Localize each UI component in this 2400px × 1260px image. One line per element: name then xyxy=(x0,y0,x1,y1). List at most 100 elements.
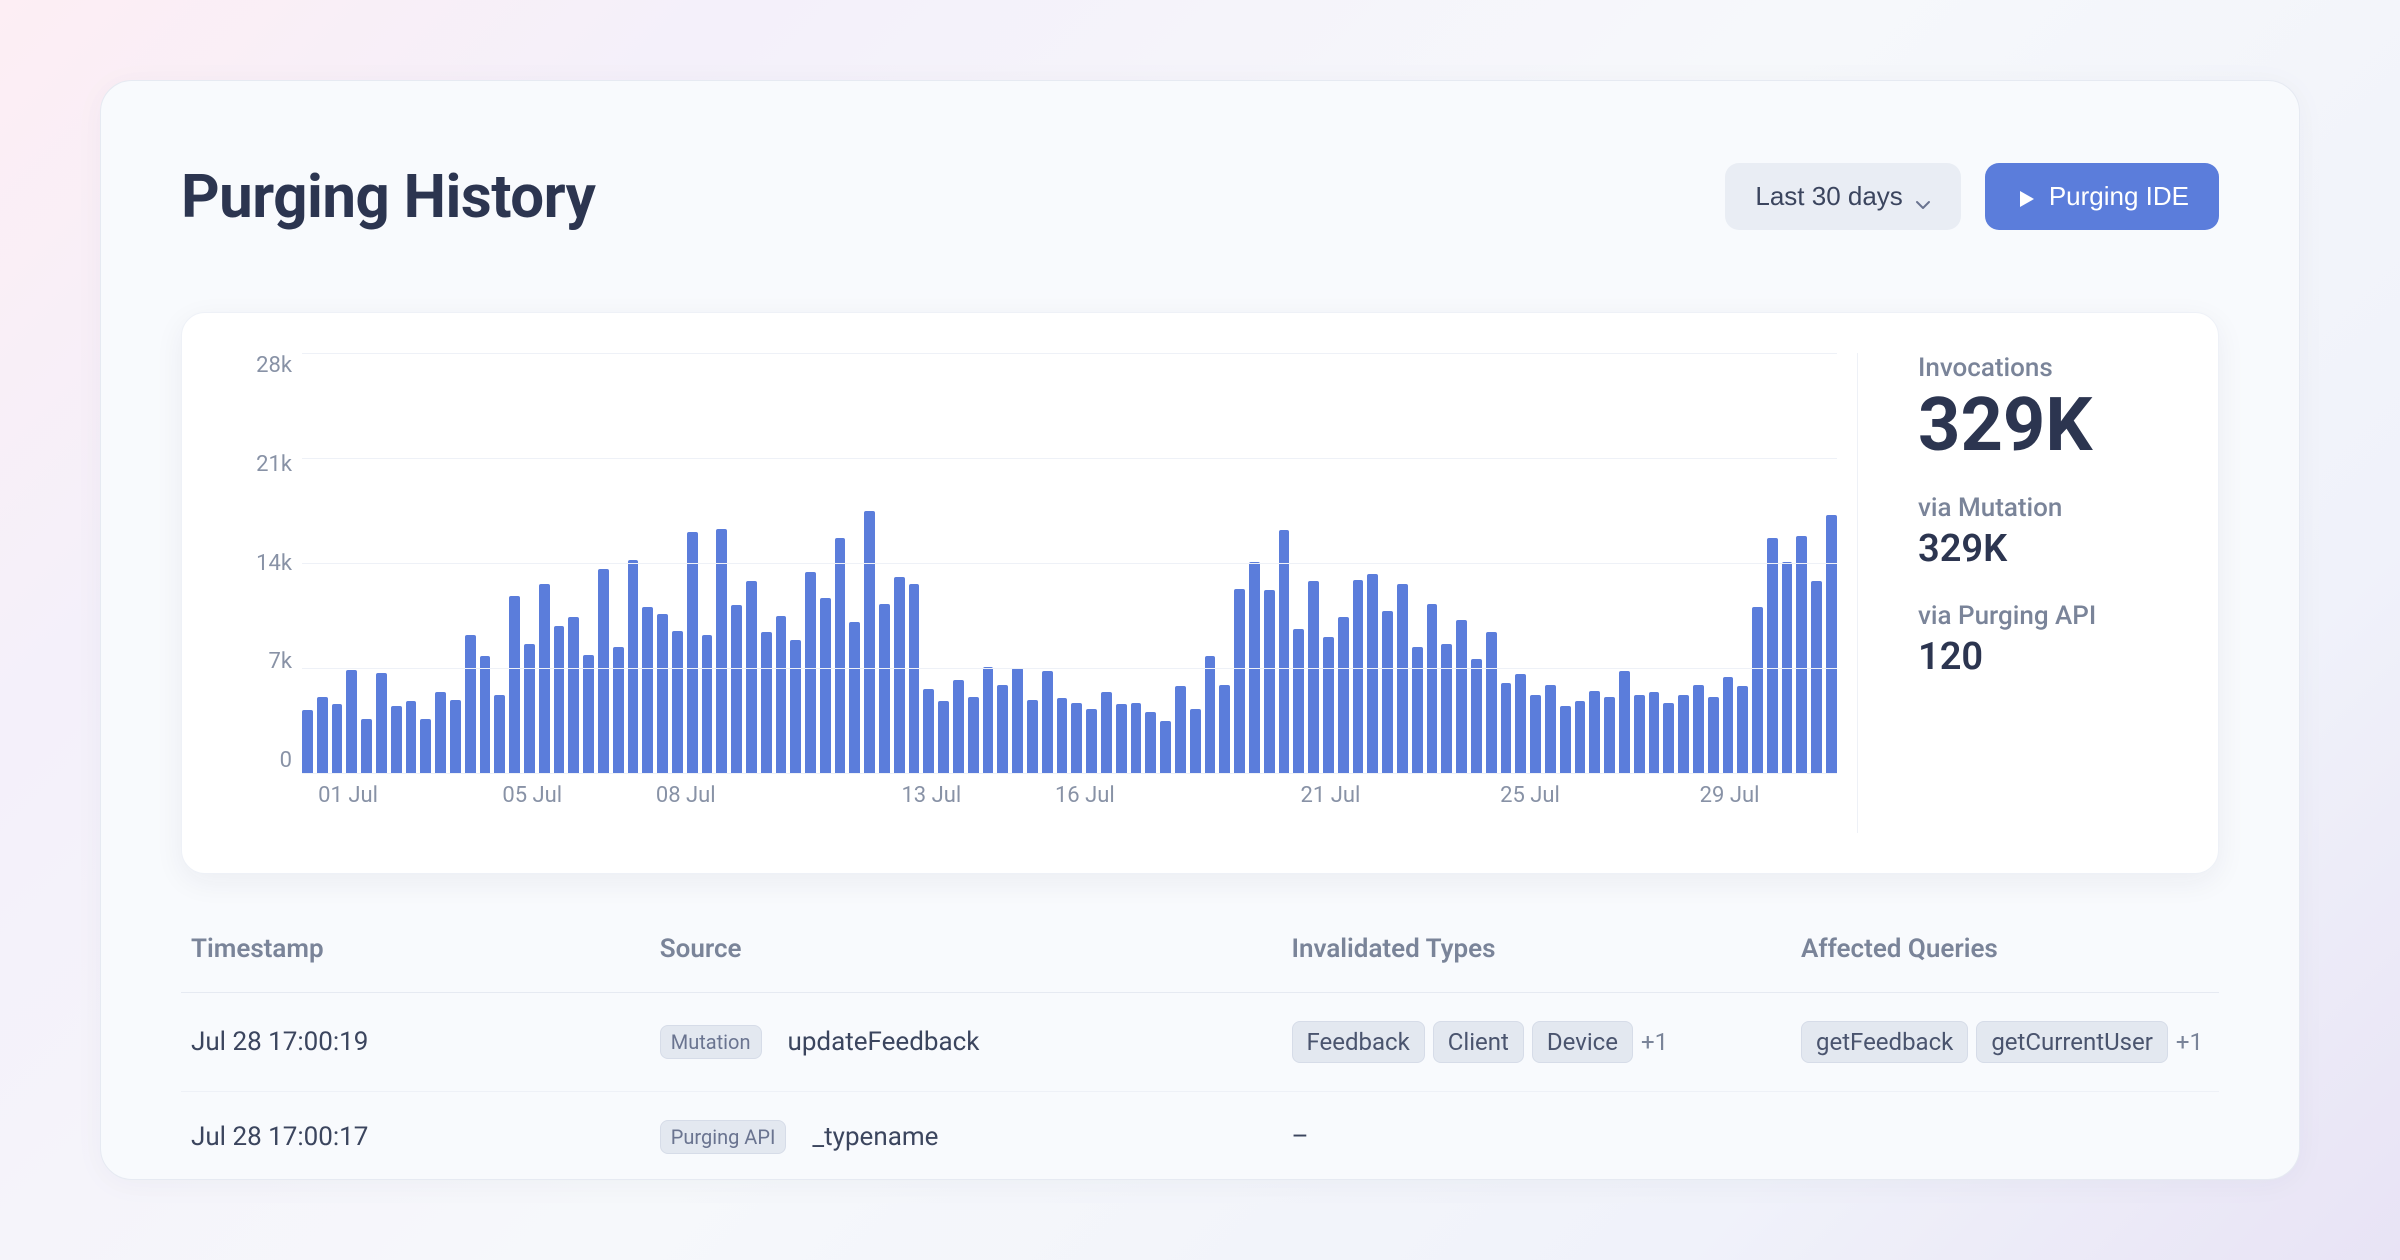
col-types: Invalidated Types xyxy=(1282,934,1792,993)
bar xyxy=(1205,656,1216,773)
bar xyxy=(716,529,727,774)
bar xyxy=(1441,644,1452,773)
grid-line xyxy=(302,773,1837,774)
cell-queries: getFeedbackgetCurrentUser+1 xyxy=(1791,993,2219,1092)
bar xyxy=(953,680,964,773)
bar xyxy=(849,622,860,774)
stat-api-value: 120 xyxy=(1918,635,2158,679)
bar xyxy=(1767,538,1778,774)
query-tag: getFeedback xyxy=(1801,1021,1968,1063)
y-tick: 7k xyxy=(268,649,292,674)
bar xyxy=(539,584,550,773)
x-tick: 29 Jul xyxy=(1700,783,1760,808)
bar xyxy=(1353,580,1364,774)
bar xyxy=(1752,607,1763,774)
bar xyxy=(332,704,343,773)
date-range-dropdown[interactable]: Last 30 days xyxy=(1725,163,1960,230)
main-panel: Purging History Last 30 days Purging IDE… xyxy=(100,80,2300,1180)
bar xyxy=(1042,671,1053,773)
y-tick: 14k xyxy=(256,551,292,576)
history-table-head: Timestamp Source Invalidated Types Affec… xyxy=(181,934,2219,993)
type-tag: Device xyxy=(1532,1021,1633,1063)
bar xyxy=(1649,692,1660,773)
page-title: Purging History xyxy=(181,161,595,232)
bar xyxy=(524,644,535,773)
bar xyxy=(598,569,609,773)
bar xyxy=(1589,691,1600,774)
bar xyxy=(613,647,624,773)
bar xyxy=(1560,706,1571,774)
col-timestamp: Timestamp xyxy=(181,934,650,993)
grid-line xyxy=(302,458,1837,459)
bar xyxy=(1086,709,1097,774)
bar xyxy=(1826,515,1837,773)
bar xyxy=(1264,590,1275,773)
bar xyxy=(1456,620,1467,773)
queries-more: +1 xyxy=(2176,1028,2203,1056)
stat-invocations-label: Invocations xyxy=(1918,353,2158,383)
y-tick: 0 xyxy=(280,748,292,773)
bar xyxy=(1708,697,1719,773)
stats-column: Invocations 329K via Mutation 329K via P… xyxy=(1858,353,2218,833)
bar xyxy=(480,656,491,773)
bar xyxy=(1575,701,1586,773)
y-tick: 28k xyxy=(256,353,292,378)
x-tick: 08 Jul xyxy=(656,783,716,808)
bar xyxy=(1116,704,1127,773)
bar xyxy=(1175,686,1186,773)
chart-card: 28k21k14k7k0 01 Jul05 Jul08 Jul13 Jul16 … xyxy=(181,312,2219,874)
cell-source: MutationupdateFeedback xyxy=(650,993,1282,1092)
bar xyxy=(1027,700,1038,774)
stat-api: via Purging API 120 xyxy=(1918,601,2158,679)
bar xyxy=(1634,695,1645,773)
bar xyxy=(1619,671,1630,773)
bar xyxy=(420,719,431,773)
bar xyxy=(1071,703,1082,774)
bar xyxy=(923,689,934,773)
bar xyxy=(731,605,742,773)
bar xyxy=(1397,584,1408,773)
bar xyxy=(1234,589,1245,774)
table-row[interactable]: Jul 28 17:00:19MutationupdateFeedbackFee… xyxy=(181,993,2219,1092)
bar xyxy=(1367,574,1378,774)
bar xyxy=(1530,695,1541,773)
date-range-label: Last 30 days xyxy=(1755,181,1902,212)
bar xyxy=(450,700,461,774)
bar xyxy=(1811,581,1822,773)
source-tag: Purging API xyxy=(660,1120,787,1154)
bar xyxy=(1501,683,1512,773)
bar xyxy=(376,673,387,774)
bar xyxy=(1145,712,1156,774)
stat-mutation-label: via Mutation xyxy=(1918,493,2158,523)
bar xyxy=(1796,536,1807,773)
bar xyxy=(687,532,698,774)
bar xyxy=(879,604,890,774)
types-more: +1 xyxy=(1641,1028,1668,1056)
bar xyxy=(1323,637,1334,774)
table-row[interactable]: Jul 28 17:00:17Purging API_typename– xyxy=(181,1092,2219,1181)
header-actions: Last 30 days Purging IDE xyxy=(1725,163,2219,230)
bar xyxy=(1663,703,1674,774)
history-table: Timestamp Source Invalidated Types Affec… xyxy=(181,934,2219,1180)
bar xyxy=(435,692,446,773)
bar xyxy=(657,614,668,773)
bar xyxy=(805,572,816,773)
bar xyxy=(909,584,920,773)
chevron-down-icon xyxy=(1915,189,1931,205)
x-tick: 13 Jul xyxy=(901,783,961,808)
cell-timestamp: Jul 28 17:00:19 xyxy=(181,993,650,1092)
grid-line xyxy=(302,668,1837,669)
source-tag: Mutation xyxy=(660,1025,762,1059)
bar xyxy=(997,685,1008,774)
bar xyxy=(1190,709,1201,774)
purging-ide-button[interactable]: Purging IDE xyxy=(1985,163,2219,230)
bar xyxy=(1131,703,1142,774)
x-tick: 01 Jul xyxy=(318,783,378,808)
bar xyxy=(983,667,994,774)
bar xyxy=(776,616,787,774)
play-icon xyxy=(2015,186,2037,208)
bar xyxy=(1723,677,1734,773)
bar xyxy=(391,706,402,774)
bar xyxy=(1338,617,1349,773)
bar xyxy=(835,538,846,774)
